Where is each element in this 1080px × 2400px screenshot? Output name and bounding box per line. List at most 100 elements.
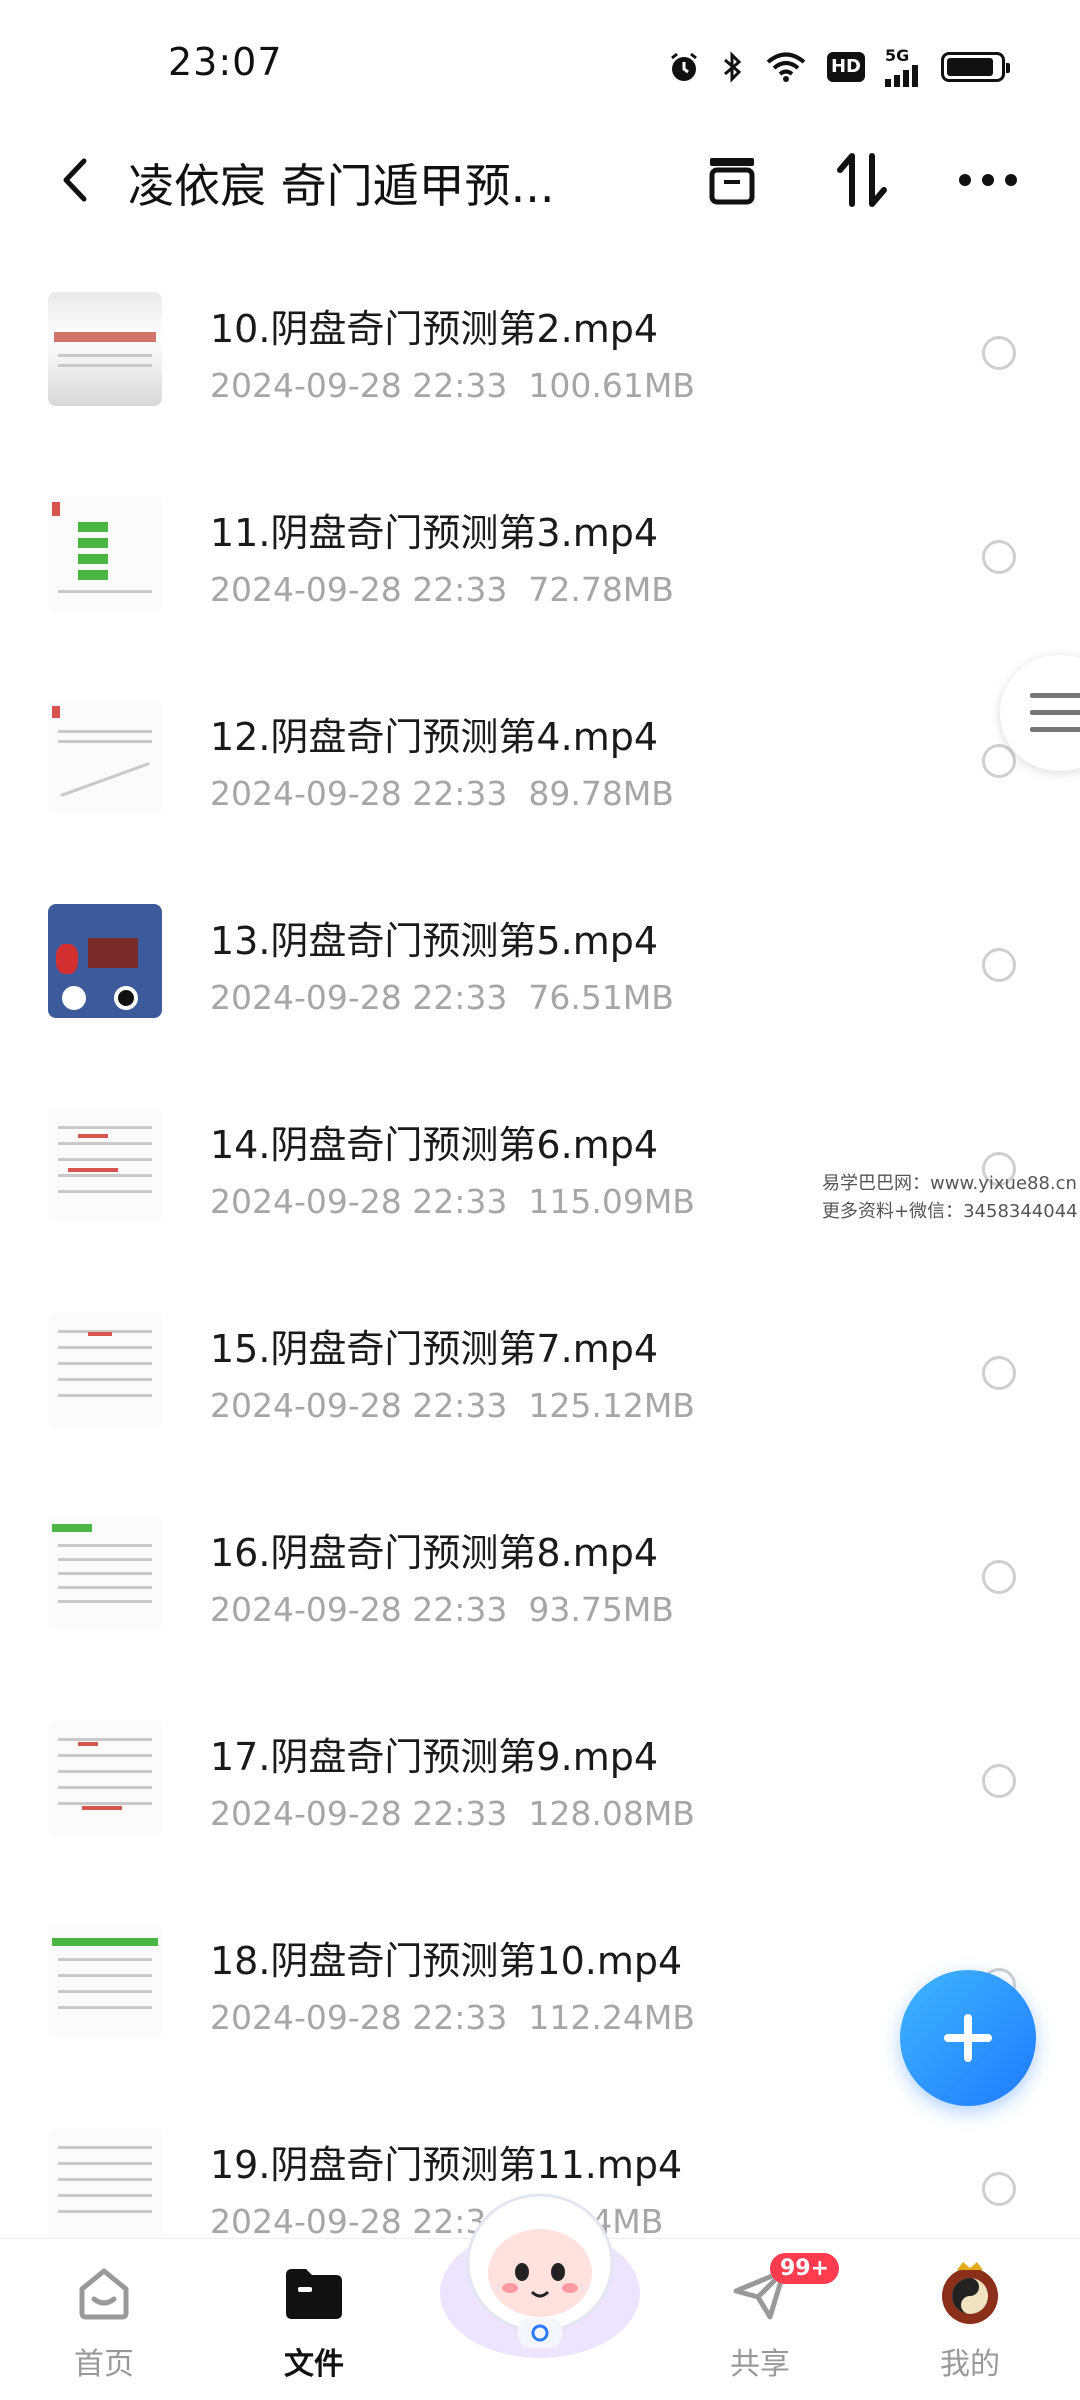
file-size: 125.12MB bbox=[528, 1386, 695, 1425]
file-size: 89.78MB bbox=[528, 774, 674, 813]
file-row[interactable]: 12.阴盘奇门预测第4.mp4 2024-09-28 22:33 89.78MB bbox=[0, 678, 1080, 882]
add-button[interactable] bbox=[900, 1970, 1036, 2106]
file-date: 2024-09-28 22:33 bbox=[210, 1182, 508, 1221]
file-name: 16.阴盘奇门预测第8.mp4 bbox=[210, 1531, 659, 1575]
watermark-line-2: 更多资料+微信：3458344044 bbox=[822, 1201, 1078, 1222]
video-thumbnail bbox=[48, 904, 162, 1018]
file-row[interactable]: 17.阴盘奇门预测第9.mp4 2024-09-28 22:33 128.08M… bbox=[0, 1698, 1080, 1902]
file-size: 112.24MB bbox=[528, 1998, 695, 2037]
hd-icon: HD bbox=[827, 51, 865, 82]
file-date: 2024-09-28 22:33 bbox=[210, 1998, 508, 2037]
archive-button[interactable] bbox=[700, 148, 764, 212]
file-meta: 2024-09-28 22:33 100.61MB bbox=[210, 366, 695, 405]
file-size: 100.61MB bbox=[528, 366, 695, 405]
video-thumbnail bbox=[48, 292, 162, 406]
file-meta: 2024-09-28 22:33 112.24MB bbox=[210, 1998, 695, 2037]
more-button[interactable] bbox=[956, 148, 1020, 212]
nav-share[interactable]: 99+ 共享 bbox=[690, 2253, 840, 2383]
file-name: 12.阴盘奇门预测第4.mp4 bbox=[210, 715, 659, 759]
battery-icon bbox=[941, 51, 1010, 82]
file-meta: 2024-09-28 22:33 89.78MB bbox=[210, 774, 674, 813]
select-checkbox[interactable] bbox=[982, 336, 1016, 370]
archive-icon bbox=[709, 158, 755, 205]
video-thumbnail bbox=[48, 1924, 162, 2038]
file-name: 14.阴盘奇门预测第6.mp4 bbox=[210, 1123, 659, 1167]
share-badge: 99+ bbox=[770, 2253, 840, 2284]
file-meta: 2024-09-28 22:33 72.78MB bbox=[210, 570, 674, 609]
select-checkbox[interactable] bbox=[982, 744, 1016, 778]
select-checkbox[interactable] bbox=[982, 540, 1016, 574]
file-date: 2024-09-28 22:33 bbox=[210, 1590, 508, 1629]
status-bar: 23:07 HD 5G bbox=[0, 0, 1080, 130]
nav-files[interactable]: 文件 bbox=[244, 2261, 384, 2383]
bluetooth-icon bbox=[721, 50, 745, 84]
status-icons: HD 5G bbox=[667, 46, 1010, 87]
chevron-left-icon bbox=[63, 158, 87, 202]
network-type: 5G bbox=[885, 46, 910, 65]
nav-home-label: 首页 bbox=[74, 2347, 134, 2382]
back-button[interactable] bbox=[50, 152, 100, 208]
file-name: 15.阴盘奇门预测第7.mp4 bbox=[210, 1327, 659, 1371]
file-date: 2024-09-28 22:33 bbox=[210, 366, 508, 405]
file-name: 10.阴盘奇门预测第2.mp4 bbox=[210, 307, 659, 351]
mascot-button[interactable] bbox=[430, 2168, 650, 2358]
video-thumbnail bbox=[48, 1312, 162, 1426]
nav-share-label: 共享 bbox=[730, 2347, 790, 2382]
file-size: 72.78MB bbox=[528, 570, 674, 609]
file-row[interactable]: 10.阴盘奇门预测第2.mp4 2024-09-28 22:33 100.61M… bbox=[0, 270, 1080, 474]
wifi-icon bbox=[765, 51, 807, 83]
more-icon bbox=[959, 174, 1017, 186]
file-name: 17.阴盘奇门预测第9.mp4 bbox=[210, 1735, 659, 1779]
file-date: 2024-09-28 22:33 bbox=[210, 1386, 508, 1425]
file-row[interactable]: 15.阴盘奇门预测第7.mp4 2024-09-28 22:33 125.12M… bbox=[0, 1290, 1080, 1494]
file-name: 13.阴盘奇门预测第5.mp4 bbox=[210, 919, 659, 963]
file-size: 128.08MB bbox=[528, 1794, 695, 1833]
file-date: 2024-09-28 22:33 bbox=[210, 1794, 508, 1833]
select-checkbox[interactable] bbox=[982, 1764, 1016, 1798]
sort-icon bbox=[837, 153, 887, 207]
nav-mine-label: 我的 bbox=[940, 2347, 1000, 2382]
nav-mine[interactable]: 我的 bbox=[900, 2261, 1040, 2383]
folder-icon bbox=[244, 2261, 384, 2325]
select-checkbox[interactable] bbox=[982, 2172, 1016, 2206]
avatar bbox=[900, 2261, 1040, 2325]
nav-home[interactable]: 首页 bbox=[34, 2261, 174, 2383]
file-size: 93.75MB bbox=[528, 1590, 674, 1629]
video-thumbnail bbox=[48, 1720, 162, 1834]
select-checkbox[interactable] bbox=[982, 1356, 1016, 1390]
plus-icon bbox=[944, 2014, 992, 2062]
file-meta: 2024-09-28 22:33 125.12MB bbox=[210, 1386, 695, 1425]
file-size: 115.09MB bbox=[528, 1182, 695, 1221]
file-meta: 2024-09-28 22:33 93.75MB bbox=[210, 1590, 674, 1629]
page-title: 凌依宸 奇门遁甲预... bbox=[128, 159, 555, 213]
video-thumbnail bbox=[48, 496, 162, 610]
select-checkbox[interactable] bbox=[982, 1560, 1016, 1594]
select-checkbox[interactable] bbox=[982, 948, 1016, 982]
header: 凌依宸 奇门遁甲预... bbox=[0, 130, 1080, 230]
file-date: 2024-09-28 22:33 bbox=[210, 978, 508, 1017]
alarm-icon bbox=[667, 50, 701, 84]
file-row[interactable]: 13.阴盘奇门预测第5.mp4 2024-09-28 22:33 76.51MB bbox=[0, 882, 1080, 1086]
signal-icon: 5G bbox=[885, 46, 921, 87]
home-icon bbox=[34, 2261, 174, 2325]
status-time: 23:07 bbox=[168, 40, 283, 84]
file-meta: 2024-09-28 22:33 115.09MB bbox=[210, 1182, 695, 1221]
file-meta: 2024-09-28 22:33 128.08MB bbox=[210, 1794, 695, 1833]
watermark: 易学巴巴网：www.yixue88.cn 更多资料+微信：3458344044 bbox=[822, 1170, 1078, 1226]
watermark-line-1: 易学巴巴网：www.yixue88.cn bbox=[822, 1173, 1077, 1194]
sort-button[interactable] bbox=[830, 148, 894, 212]
file-date: 2024-09-28 22:33 bbox=[210, 774, 508, 813]
video-thumbnail bbox=[48, 1516, 162, 1630]
video-thumbnail bbox=[48, 1108, 162, 1222]
nav-files-label: 文件 bbox=[284, 2347, 344, 2382]
file-name: 18.阴盘奇门预测第10.mp4 bbox=[210, 1939, 683, 1983]
file-name: 11.阴盘奇门预测第3.mp4 bbox=[210, 511, 659, 555]
file-row[interactable]: 11.阴盘奇门预测第3.mp4 2024-09-28 22:33 72.78MB bbox=[0, 474, 1080, 678]
video-thumbnail bbox=[48, 700, 162, 814]
file-date: 2024-09-28 22:33 bbox=[210, 570, 508, 609]
video-thumbnail bbox=[48, 2128, 162, 2242]
file-row[interactable]: 16.阴盘奇门预测第8.mp4 2024-09-28 22:33 93.75MB bbox=[0, 1494, 1080, 1698]
file-size: 76.51MB bbox=[528, 978, 674, 1017]
menu-icon bbox=[1030, 693, 1080, 732]
file-meta: 2024-09-28 22:33 76.51MB bbox=[210, 978, 674, 1017]
